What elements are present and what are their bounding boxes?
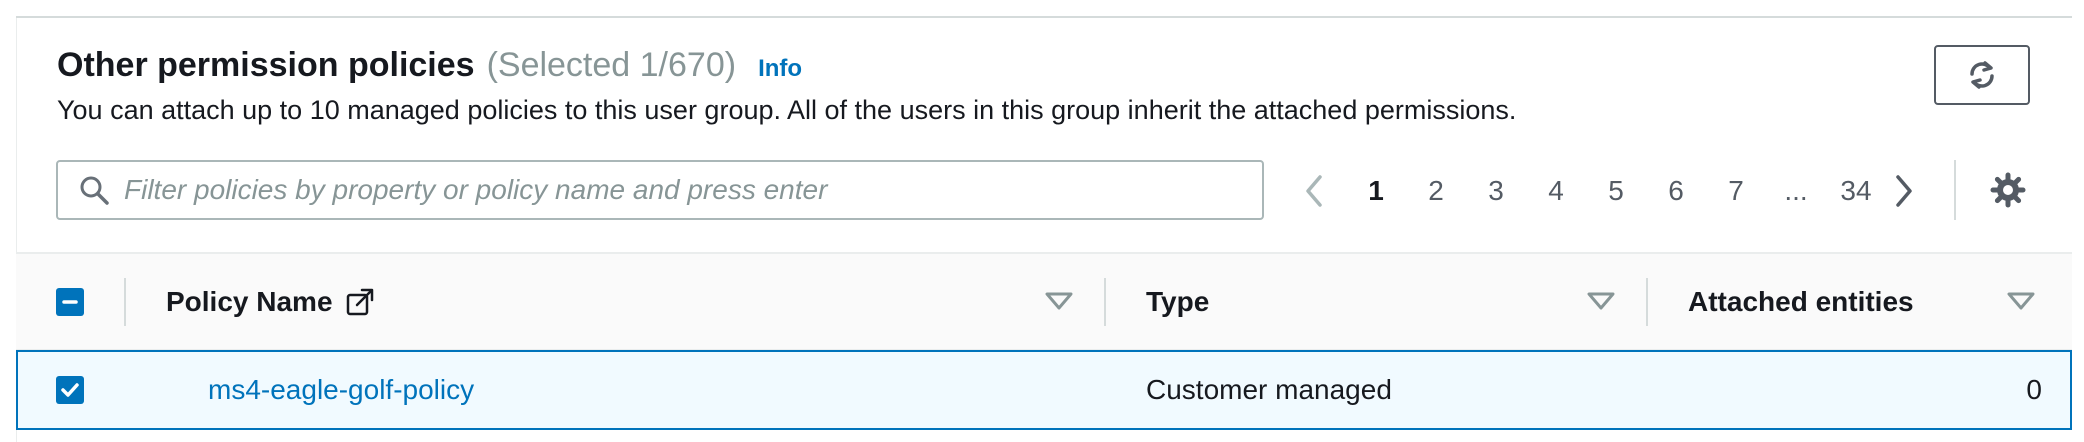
column-label-type: Type	[1146, 286, 1210, 317]
table-row[interactable]: ms4-eagle-golf-policy Customer managed 0	[16, 350, 2072, 430]
gear-icon	[1990, 172, 2026, 208]
page-1[interactable]: 1	[1346, 175, 1406, 207]
panel-title: Other permission policies	[57, 46, 475, 84]
pagination: 1 2 3 4 5 6 7 ... 34	[1296, 166, 1922, 216]
table-header: Policy Name Type Attached entities	[16, 252, 2072, 350]
row-checkbox[interactable]	[56, 376, 84, 404]
column-label-policy-name: Policy Name	[166, 286, 333, 317]
sort-caret-icon[interactable]	[1586, 288, 1616, 316]
attached-entities-cell: 0	[2026, 374, 2042, 405]
selection-count: (Selected 1/670)	[486, 46, 737, 84]
page-7[interactable]: 7	[1706, 175, 1766, 207]
preferences-button[interactable]	[1988, 170, 2028, 210]
column-separator	[124, 278, 126, 326]
next-page-button[interactable]	[1886, 166, 1922, 216]
indeterminate-icon	[62, 300, 78, 304]
policy-name-cell: ms4-eagle-golf-policy	[208, 352, 474, 428]
column-header-policy-name[interactable]: Policy Name	[166, 254, 375, 350]
column-header-attached-entities[interactable]: Attached entities	[1688, 254, 1914, 350]
page-5[interactable]: 5	[1586, 175, 1646, 207]
page-4[interactable]: 4	[1526, 175, 1586, 207]
toolbar-divider	[1954, 160, 1956, 220]
checkmark-icon	[61, 383, 79, 397]
panel-header: Other permission policies (Selected 1/67…	[57, 46, 1516, 126]
select-all-checkbox[interactable]	[56, 288, 84, 316]
search-input[interactable]	[124, 174, 1244, 206]
page-ellipsis: ...	[1784, 175, 1808, 206]
prev-page-button[interactable]	[1296, 166, 1332, 216]
page-3[interactable]: 3	[1466, 175, 1526, 207]
chevron-left-icon	[1306, 175, 1322, 207]
page-6[interactable]: 6	[1646, 175, 1706, 207]
filter-search-box[interactable]	[56, 160, 1264, 220]
column-separator	[1646, 278, 1648, 326]
panel-description: You can attach up to 10 managed policies…	[57, 95, 1517, 125]
external-link-icon	[346, 288, 373, 316]
search-icon	[76, 172, 112, 208]
refresh-button[interactable]	[1934, 45, 2030, 105]
info-link[interactable]: Info	[758, 55, 802, 83]
column-separator	[1104, 278, 1106, 326]
title-row: Other permission policies (Selected 1/67…	[57, 46, 1516, 85]
sort-caret-icon[interactable]	[1044, 288, 1074, 316]
column-header-type[interactable]: Type	[1146, 254, 1209, 350]
refresh-icon	[1970, 61, 1994, 89]
chevron-right-icon	[1896, 175, 1912, 207]
page-2[interactable]: 2	[1406, 175, 1466, 207]
policy-name-link[interactable]: ms4-eagle-golf-policy	[208, 374, 474, 406]
type-cell: Customer managed	[1146, 374, 1392, 405]
column-label-attached-entities: Attached entities	[1688, 286, 1914, 317]
sort-caret-icon[interactable]	[2006, 288, 2036, 316]
page-34[interactable]: 34	[1826, 175, 1886, 207]
